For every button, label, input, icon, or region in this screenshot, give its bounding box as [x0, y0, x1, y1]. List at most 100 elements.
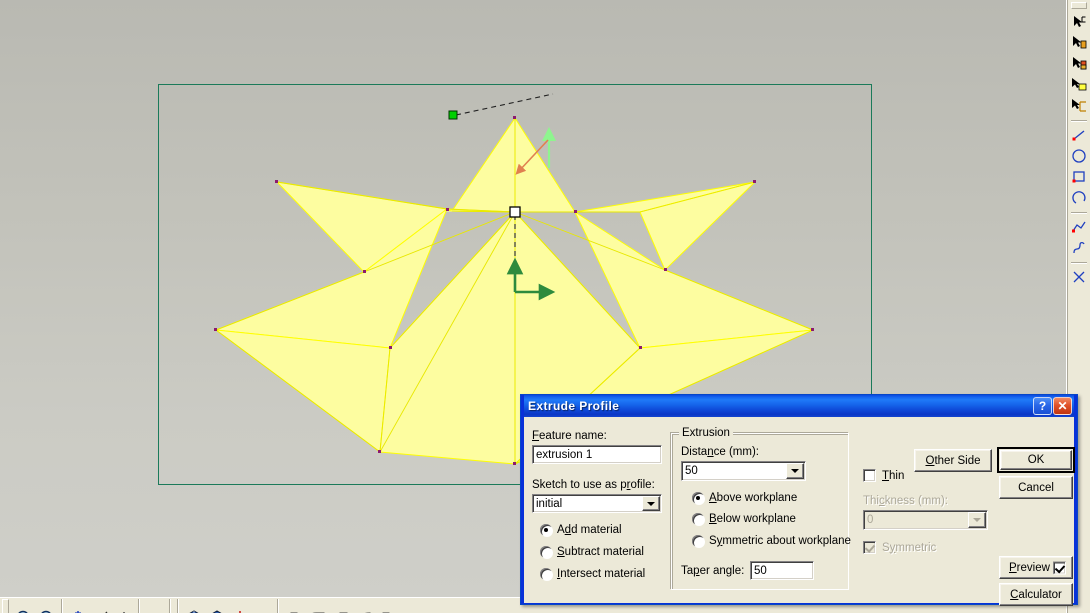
preview-checkbox[interactable]	[1053, 561, 1066, 574]
other-side-label: Other Side	[925, 454, 981, 467]
symmetric-label: Symmetric	[882, 541, 937, 554]
arc-icon[interactable]	[1069, 188, 1089, 208]
spline-icon[interactable]	[1069, 238, 1089, 258]
revolve-icon[interactable]	[205, 609, 228, 613]
line-icon[interactable]	[1069, 125, 1089, 145]
select-edge-icon[interactable]	[1069, 33, 1089, 53]
select-workplane-icon[interactable]	[1069, 75, 1089, 95]
radio-symmetric-about-workplane[interactable]: Symmetric about workplane	[692, 535, 851, 547]
calculator-label: Calculator	[1010, 588, 1062, 601]
distance-label-pre: Dista	[681, 446, 708, 458]
plus-icon[interactable]	[112, 609, 135, 613]
rectangle-icon[interactable]	[1069, 167, 1089, 187]
thickness-label-pre: Thi	[863, 495, 879, 507]
mirror-icon[interactable]	[397, 609, 420, 613]
distance-input[interactable]: 50	[681, 461, 806, 481]
close-icon[interactable]: ✕	[1053, 397, 1072, 415]
taper-angle-value: 50	[754, 564, 767, 577]
trim-icon[interactable]	[1069, 267, 1089, 287]
fillet-icon[interactable]	[305, 609, 328, 613]
dialog-titlebar[interactable]: Extrude Profile ? ✕	[524, 395, 1074, 417]
thickness-label-post: kness (mm):	[884, 495, 948, 507]
preview-button[interactable]: Preview	[999, 556, 1073, 579]
sweep-icon[interactable]	[228, 609, 251, 613]
toolbar-grip[interactable]	[1070, 2, 1087, 9]
sketch-profile-value: initial	[536, 497, 563, 510]
feature-name-input[interactable]: extrusion 1	[532, 445, 662, 464]
thin-checkbox-row[interactable]: Thin	[863, 469, 904, 482]
cad-application-window: 1	[0, 0, 1090, 613]
arc-view-icon[interactable]	[143, 609, 166, 613]
radio-intersect-material[interactable]: Intersect material	[540, 568, 645, 580]
radio-add-material[interactable]: Add material	[540, 524, 622, 536]
sketch-profile-select[interactable]: initial	[532, 494, 662, 513]
symmetric-checkbox	[863, 541, 876, 554]
zoom-in-icon[interactable]	[12, 609, 35, 613]
sketch-label-pre: Sketch to use as p	[532, 479, 627, 491]
radio-intersect-material-label: Intersect material	[557, 568, 646, 580]
circle-icon[interactable]	[1069, 146, 1089, 166]
pad-icon[interactable]	[282, 609, 305, 613]
distance-label: Distance (mm):	[681, 446, 759, 458]
feature-name-value: extrusion 1	[536, 448, 593, 461]
feature-name-label: Feature name:	[532, 430, 607, 442]
toolbar-grip[interactable]	[2, 599, 9, 613]
shell-icon[interactable]	[251, 609, 274, 613]
thin-checkbox[interactable]	[863, 469, 876, 482]
toolbar-separator	[138, 599, 140, 613]
cancel-label: Cancel	[1018, 481, 1054, 494]
toolbar-separator	[177, 599, 179, 613]
dimension-icon[interactable]	[66, 609, 89, 613]
blend-icon[interactable]	[351, 609, 374, 613]
cancel-button[interactable]: Cancel	[999, 476, 1073, 499]
chevron-down-icon[interactable]	[642, 496, 660, 511]
calculator-button[interactable]: Calculator	[999, 583, 1073, 606]
help-glyph: ?	[1038, 399, 1047, 413]
toolbar-separator	[1070, 262, 1087, 264]
radio-symmetric-workplane-label: Symmetric about workplane	[709, 535, 851, 547]
taper-angle-label: Taper angle:	[681, 565, 744, 577]
workplane-origin-marker[interactable]	[509, 206, 521, 218]
thickness-label: Thickness (mm):	[863, 495, 948, 507]
toolbar-separator	[61, 599, 63, 613]
symmetric-checkbox-row: Symmetric	[863, 541, 936, 554]
radio-indicator	[692, 492, 704, 504]
radio-indicator	[540, 524, 552, 536]
extrude-icon[interactable]: 1	[182, 609, 205, 613]
ok-button[interactable]: OK	[997, 447, 1075, 473]
chevron-down-icon[interactable]	[786, 463, 804, 479]
feature-name-accel: F	[532, 430, 540, 442]
sketch-label-post: ofile:	[630, 479, 655, 491]
radio-indicator	[540, 568, 552, 580]
other-side-button[interactable]: Other Side	[914, 449, 992, 472]
dialog-body: Feature name: extrusion 1 Sketch to use …	[524, 417, 1075, 606]
distance-label-post: ce (mm):	[713, 446, 759, 458]
thickness-input: 0	[863, 510, 988, 530]
help-icon[interactable]: ?	[1033, 397, 1052, 415]
thin-label: Thin	[882, 469, 905, 482]
taper-label-pre: Ta	[681, 565, 694, 577]
toolbar-separator	[1070, 120, 1087, 122]
radio-add-material-label: Add material	[557, 524, 622, 536]
zoom-out-icon[interactable]	[35, 609, 58, 613]
dialog-title: Extrude Profile	[528, 399, 620, 413]
taper-label-post: er angle:	[699, 565, 745, 577]
radio-below-workplane[interactable]: Below workplane	[692, 513, 796, 525]
polyline-icon[interactable]	[1069, 217, 1089, 237]
drag-handle-marker[interactable]	[448, 110, 458, 120]
thickness-value: 0	[867, 514, 874, 526]
chamfer-icon[interactable]	[328, 609, 351, 613]
close-glyph: ✕	[1057, 399, 1068, 413]
loft-icon[interactable]	[374, 609, 397, 613]
select-arrow-icon[interactable]	[1069, 12, 1089, 32]
radio-above-workplane[interactable]: Above workplane	[692, 492, 797, 504]
select-face-icon[interactable]	[1069, 54, 1089, 74]
feature-name-label-text: eature name:	[539, 430, 607, 442]
angle-icon[interactable]	[89, 609, 112, 613]
toolbar-separator	[169, 599, 171, 613]
taper-angle-input[interactable]: 50	[750, 561, 814, 580]
radio-subtract-material[interactable]: Subtract material	[540, 546, 644, 558]
radio-subtract-material-label: Subtract material	[557, 546, 644, 558]
radio-indicator	[692, 513, 704, 525]
select-feature-icon[interactable]	[1069, 96, 1089, 116]
